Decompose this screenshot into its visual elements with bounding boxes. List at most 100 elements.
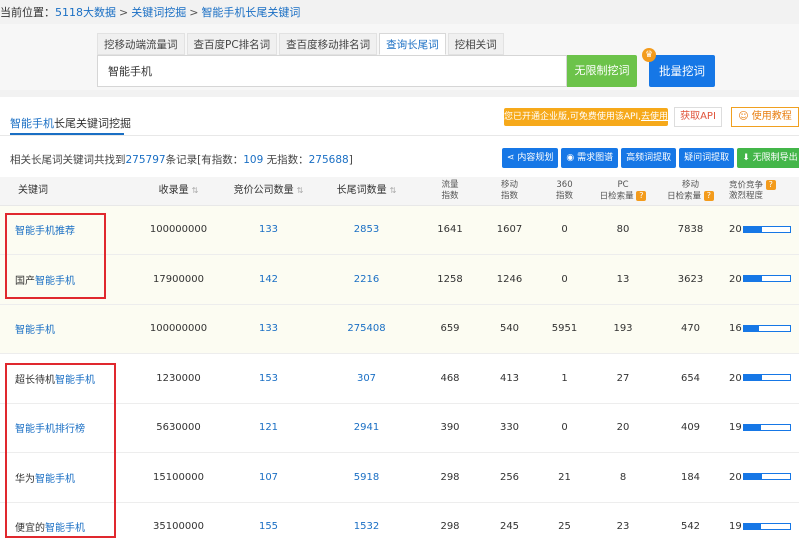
keyword-highlight[interactable]: 智能手机 bbox=[45, 523, 85, 534]
mobile-index-cell: 1607 bbox=[496, 224, 523, 236]
tab-baidu-mobile-rank[interactable]: 查百度移动排名词 bbox=[279, 33, 378, 55]
breadcrumb-item-5118[interactable]: 5118大数据 bbox=[55, 6, 116, 19]
mobile-daily-cell: 409 bbox=[680, 422, 701, 434]
flow-index-cell: 468 bbox=[440, 372, 460, 384]
promo-banner[interactable]: 您已开通企业版,可免费使用该API,去使用 bbox=[504, 108, 668, 126]
flow-index-cell: 390 bbox=[440, 422, 460, 434]
search-input[interactable] bbox=[97, 55, 567, 87]
demand-graph-label: 需求图谱 bbox=[577, 153, 614, 163]
keyword-highlight[interactable]: 智能手机 bbox=[15, 424, 55, 435]
summary-total: 275797 bbox=[125, 154, 166, 166]
tutorial-label: 使用教程 bbox=[751, 111, 792, 122]
competition-cell: 20 bbox=[729, 205, 799, 255]
help-icon[interactable]: ? bbox=[636, 190, 647, 201]
col-indexed[interactable]: 收录量 ⇅ bbox=[137, 177, 220, 206]
keyword-highlight[interactable]: 智能手机 bbox=[15, 226, 55, 237]
tab-baidu-pc-rank[interactable]: 查百度PC排名词 bbox=[186, 33, 278, 55]
keyword-cell[interactable]: 便宜的智能手机 bbox=[0, 502, 137, 550]
keyword-suffix[interactable]: 推荐 bbox=[55, 226, 75, 237]
breadcrumb-item-current[interactable]: 智能手机长尾关键词 bbox=[201, 6, 300, 19]
export-button[interactable]: ⬇ 无限制导出 bbox=[737, 148, 799, 168]
frequent-words-button[interactable]: 高频词提取 bbox=[621, 148, 677, 168]
col-longtail[interactable]: 长尾词数量 ⇅ bbox=[317, 177, 416, 206]
indexed-cell: 100000000 bbox=[149, 224, 208, 236]
col-bidders[interactable]: 竞价公司数量 ⇅ bbox=[220, 177, 317, 206]
get-api-button[interactable]: 获取API bbox=[674, 107, 722, 127]
keyword-table: 关键词 收录量 ⇅ 竞价公司数量 ⇅ 长尾词数量 ⇅ 流量 指数 移动 指数 360 指数 … bbox=[0, 177, 799, 550]
col-mobile-line1: 移动 bbox=[500, 179, 518, 190]
question-words-button[interactable]: 疑问词提取 bbox=[679, 148, 735, 168]
col-mobile-line2: 指数 bbox=[500, 190, 518, 201]
col-keyword: 关键词 bbox=[0, 177, 137, 206]
keyword-cell[interactable]: 华为智能手机 bbox=[0, 453, 137, 503]
keyword-cell[interactable]: 智能手机推荐 bbox=[0, 205, 137, 255]
tutorial-button[interactable]: ☺ 使用教程 bbox=[731, 107, 799, 127]
content-plan-button[interactable]: ⋖ 内容规划 bbox=[502, 148, 559, 168]
sort-icon[interactable]: ⇅ bbox=[192, 186, 199, 195]
keyword-highlight[interactable]: 智能手机 bbox=[55, 375, 95, 386]
bidders-cell[interactable]: 133 bbox=[220, 304, 317, 354]
pc-daily-cell: 80 bbox=[616, 224, 630, 236]
table-row: 智能手机排行榜 5630000 121 2941 390 330 0 20 409 19 bbox=[0, 403, 799, 453]
keyword-cell[interactable]: 超长待机智能手机 bbox=[0, 354, 137, 404]
summary-prefix: 相关长尾词关键词共找到 bbox=[10, 154, 126, 166]
bidders-cell[interactable]: 133 bbox=[220, 205, 317, 255]
col-360-index[interactable]: 360 指数 bbox=[535, 177, 594, 206]
tab-mobile-traffic[interactable]: 挖移动端流量词 bbox=[97, 33, 185, 55]
longtail-cell[interactable]: 1532 bbox=[317, 502, 416, 550]
keyword-highlight[interactable]: 智能手机 bbox=[15, 325, 55, 336]
flow-index-cell: 298 bbox=[440, 471, 460, 483]
promo-text: 您已开通企业版,可免费使用该API, bbox=[504, 112, 641, 122]
longtail-cell[interactable]: 2216 bbox=[317, 255, 416, 305]
longtail-cell[interactable]: 307 bbox=[317, 354, 416, 404]
keyword-suffix[interactable]: 排行榜 bbox=[55, 424, 85, 435]
search-tabs: 挖移动端流量词 查百度PC排名词 查百度移动排名词 查询长尾词 挖相关词 bbox=[97, 33, 506, 55]
keyword-cell[interactable]: 国产智能手机 bbox=[0, 255, 137, 305]
eye-icon: ◉ bbox=[566, 153, 578, 163]
bidders-cell[interactable]: 142 bbox=[220, 255, 317, 305]
demand-graph-button[interactable]: ◉ 需求图谱 bbox=[561, 148, 619, 168]
longtail-cell[interactable]: 2853 bbox=[317, 205, 416, 255]
competition-bar bbox=[743, 225, 791, 233]
tab-related[interactable]: 挖相关词 bbox=[447, 33, 504, 55]
col-competition[interactable]: 竞价竞争 ? 激烈程度 bbox=[729, 177, 799, 206]
batch-dig-button[interactable]: 批量挖词 bbox=[649, 55, 715, 87]
keyword-highlight[interactable]: 智能手机 bbox=[35, 474, 75, 485]
competition-bar bbox=[743, 324, 791, 332]
sort-icon[interactable]: ⇅ bbox=[390, 186, 397, 195]
bidders-cell[interactable]: 107 bbox=[220, 453, 317, 503]
keyword-highlight[interactable]: 智能手机 bbox=[35, 276, 75, 287]
keyword-prefix: 国产 bbox=[15, 275, 35, 287]
help-icon[interactable]: ? bbox=[703, 190, 714, 201]
tab-longtail[interactable]: 查询长尾词 bbox=[379, 33, 446, 55]
vip-badge-icon: ♛ bbox=[642, 48, 656, 62]
panel-title: 智能手机长尾关键词挖掘 bbox=[10, 115, 131, 131]
col-mobile-daily[interactable]: 移动 日检索量 ? bbox=[652, 177, 729, 206]
longtail-cell[interactable]: 5918 bbox=[317, 453, 416, 503]
sort-icon[interactable]: ⇅ bbox=[297, 186, 304, 195]
col-mobile-index[interactable]: 移动 指数 bbox=[484, 177, 535, 206]
longtail-cell[interactable]: 2941 bbox=[317, 403, 416, 453]
panel-title-rest: 长尾关键词挖掘 bbox=[54, 117, 131, 130]
col-flow-index[interactable]: 流量 指数 bbox=[416, 177, 484, 206]
360-index-cell: 0 bbox=[561, 224, 568, 236]
pc-daily-cell: 193 bbox=[613, 323, 633, 335]
bidders-cell[interactable]: 121 bbox=[220, 403, 317, 453]
keyword-cell[interactable]: 智能手机排行榜 bbox=[0, 403, 137, 453]
col-pc-daily[interactable]: PC 日检索量 ? bbox=[594, 177, 652, 206]
download-icon: ⬇ bbox=[742, 153, 753, 163]
longtail-cell[interactable]: 275408 bbox=[317, 304, 416, 354]
promo-link[interactable]: 去使用 bbox=[641, 112, 668, 122]
col-comp-line2: 激烈程度 bbox=[729, 191, 764, 201]
keyword-cell[interactable]: 智能手机 bbox=[0, 304, 137, 354]
bidders-cell[interactable]: 153 bbox=[220, 354, 317, 404]
mobile-daily-cell: 542 bbox=[680, 521, 701, 533]
col-mobdaily-line2: 日检索量 bbox=[667, 191, 702, 201]
bidders-cell[interactable]: 155 bbox=[220, 502, 317, 550]
flow-index-cell: 659 bbox=[440, 323, 460, 335]
help-icon[interactable]: ? bbox=[765, 179, 776, 190]
competition-cell: 20 bbox=[729, 255, 799, 305]
unlimited-dig-button[interactable]: 无限制挖词 bbox=[567, 55, 637, 87]
breadcrumb-item-keyword-mining[interactable]: 关键词挖掘 bbox=[131, 6, 186, 19]
indexed-cell: 15100000 bbox=[153, 471, 204, 483]
